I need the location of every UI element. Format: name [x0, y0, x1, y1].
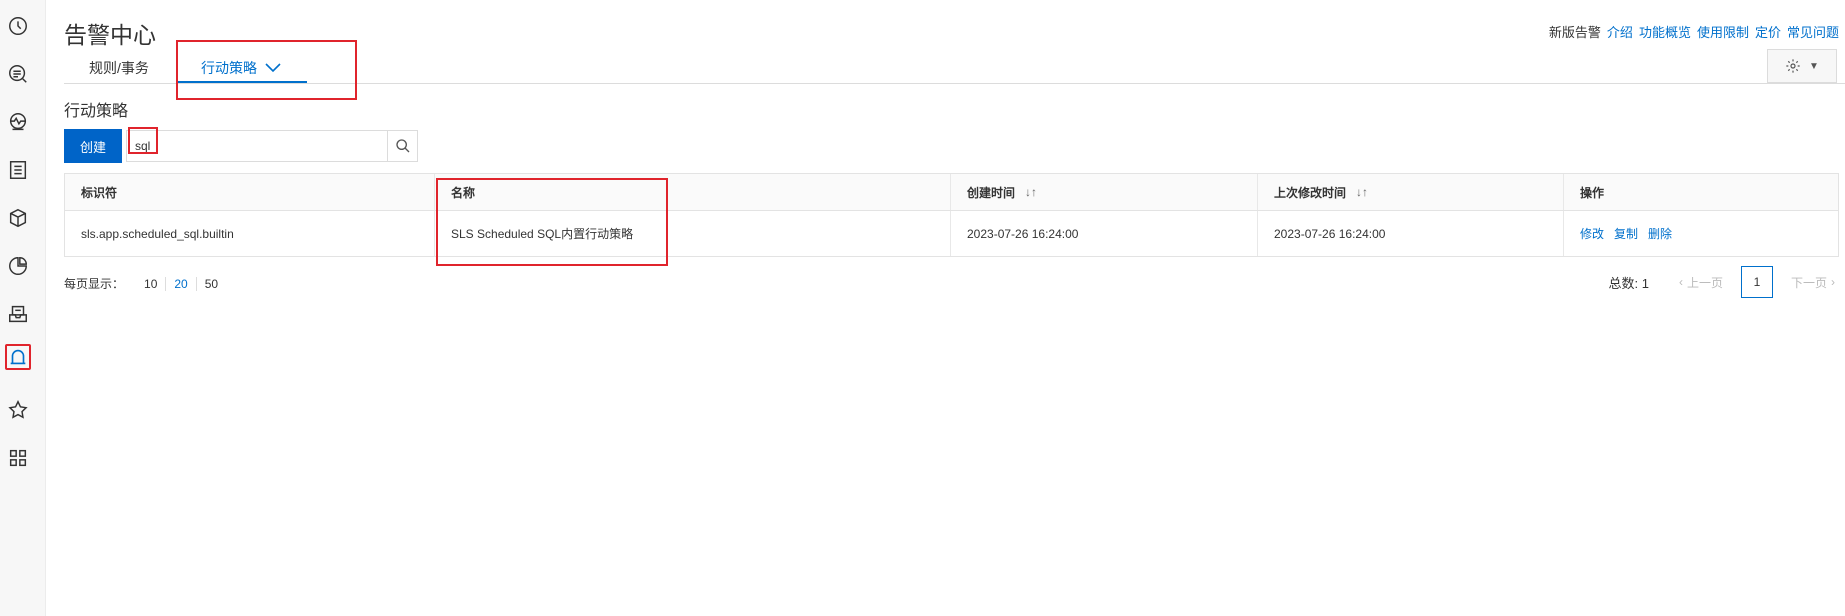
column-header-modified-label: 上次修改时间: [1274, 185, 1347, 200]
cell-id: sls.app.scheduled_sql.builtin: [65, 211, 435, 256]
policy-table: 标识符 名称 创建时间 ↓↑ 上次修改时间 ↓↑ 操作 sls.app.sche…: [64, 173, 1839, 257]
feature-overview-link[interactable]: 功能概览: [1639, 22, 1691, 41]
page-size-option-50[interactable]: 50: [195, 276, 226, 291]
inbox-icon[interactable]: [5, 301, 31, 327]
grid-icon[interactable]: [5, 445, 31, 471]
list-panel-icon[interactable]: [5, 157, 31, 183]
prev-page-button[interactable]: ‹ 上一页: [1679, 274, 1723, 291]
new-alert-label: 新版告警: [1548, 25, 1601, 40]
column-header-actions: 操作: [1580, 185, 1605, 200]
highlight-box-tab: [176, 40, 357, 100]
search-button[interactable]: [387, 131, 417, 161]
cell-actions: 修改 复制 删除: [1564, 211, 1838, 256]
settings-button[interactable]: ▼: [1767, 49, 1837, 83]
intro-link[interactable]: 介绍: [1607, 22, 1633, 41]
delete-link[interactable]: 删除: [1648, 225, 1672, 242]
page-size-label: 每页显示：: [64, 277, 125, 291]
main-content: 告警中心 新版告警 介绍 功能概览 使用限制 定价 常见问题 规则/事务 行动策…: [64, 0, 1845, 616]
top-links: 新版告警 介绍 功能概览 使用限制 定价 常见问题: [1549, 22, 1839, 41]
faq-link[interactable]: 常见问题: [1787, 22, 1839, 41]
section-title: 行动策略: [64, 103, 129, 120]
usage-limits-link[interactable]: 使用限制: [1697, 22, 1749, 41]
box-icon[interactable]: [5, 205, 31, 231]
caret-down-icon: ▼: [1809, 60, 1819, 72]
monitor-pulse-icon[interactable]: [5, 109, 31, 135]
pagination: 总数: 1 ‹ 上一页 1 下一页 ›: [1608, 266, 1835, 298]
page-size-selector: 每页显示： 10 20 50: [64, 275, 226, 292]
table-row: sls.app.scheduled_sql.builtin SLS Schedu…: [65, 211, 1838, 256]
column-header-modified[interactable]: 上次修改时间 ↓↑: [1258, 174, 1564, 210]
cell-created: 2023-07-26 16:24:00: [951, 211, 1258, 256]
pricing-link[interactable]: 定价: [1755, 22, 1781, 41]
bell-icon[interactable]: [5, 344, 31, 370]
sidebar: [0, 0, 46, 616]
highlight-box-name: [436, 178, 668, 266]
gear-icon: [1786, 59, 1800, 73]
column-header-id: 标识符: [65, 174, 435, 210]
page-size-option-20[interactable]: 20: [165, 276, 195, 291]
tab-rules-events[interactable]: 规则/事务: [89, 58, 149, 78]
table-header: 标识符 名称 创建时间 ↓↑ 上次修改时间 ↓↑ 操作: [65, 174, 1838, 211]
highlight-box-search: [128, 127, 158, 154]
star-icon[interactable]: [5, 397, 31, 423]
next-page-label: 下一页: [1790, 275, 1827, 290]
page-title: 告警中心: [64, 22, 156, 48]
page-size-option-10[interactable]: 10: [136, 277, 165, 291]
column-header-created[interactable]: 创建时间 ↓↑: [951, 174, 1258, 210]
cell-modified: 2023-07-26 16:24:00: [1258, 211, 1564, 256]
next-page-button[interactable]: 下一页 ›: [1791, 274, 1835, 291]
create-button[interactable]: 创建: [64, 129, 122, 163]
search-box: [126, 130, 418, 162]
chevron-right-icon: ›: [1831, 275, 1835, 289]
prev-page-label: 上一页: [1686, 275, 1723, 290]
clock-icon[interactable]: [5, 13, 31, 39]
edit-link[interactable]: 修改: [1580, 225, 1604, 242]
pie-chart-icon[interactable]: [5, 253, 31, 279]
search-list-icon[interactable]: [5, 61, 31, 87]
sort-icon[interactable]: ↓↑: [1356, 185, 1368, 199]
chevron-left-icon: ‹: [1678, 275, 1683, 289]
sort-icon[interactable]: ↓↑: [1025, 185, 1037, 199]
column-header-created-label: 创建时间: [967, 185, 1016, 200]
search-icon: [395, 139, 409, 153]
total-count: 总数: 1: [1608, 275, 1649, 291]
search-input[interactable]: [127, 131, 387, 161]
tab-bar: 规则/事务 行动策略: [64, 40, 1845, 100]
page-number-current[interactable]: 1: [1740, 266, 1773, 298]
copy-link[interactable]: 复制: [1614, 225, 1638, 242]
